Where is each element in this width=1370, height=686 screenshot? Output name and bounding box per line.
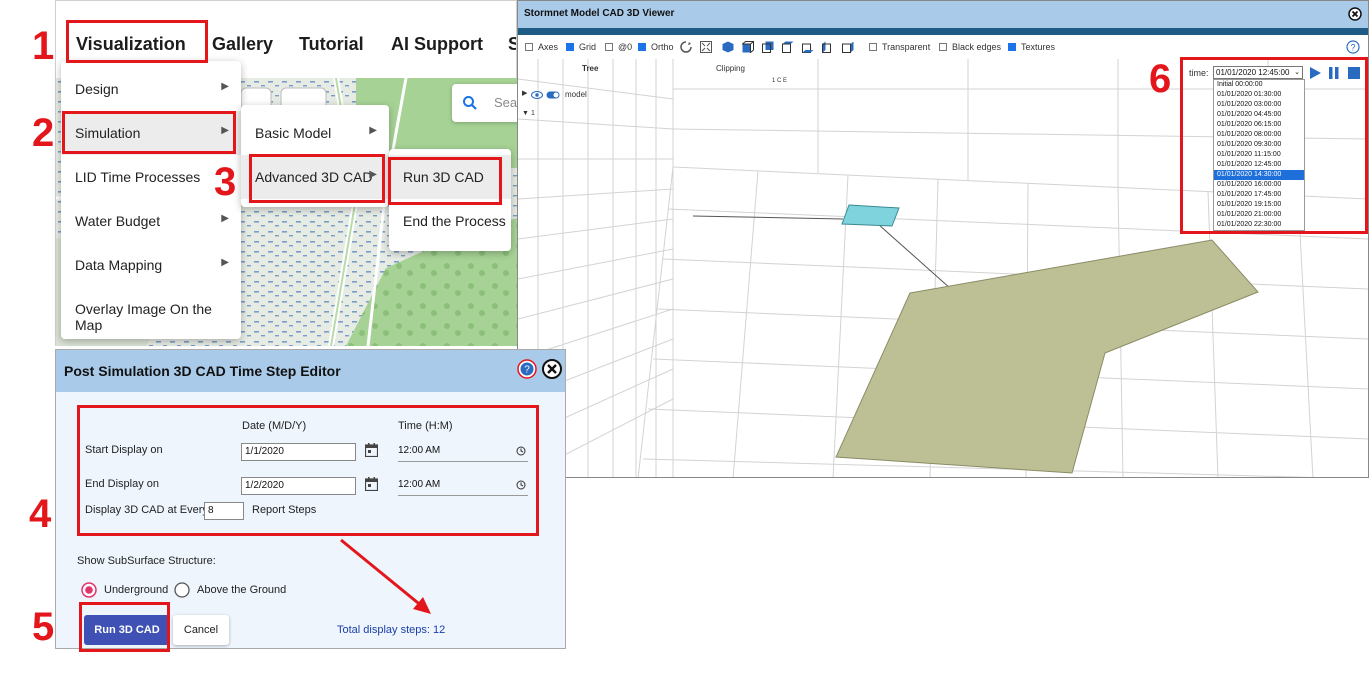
close-icon[interactable] xyxy=(1348,7,1362,21)
tree-expand-icon[interactable]: ▶ xyxy=(522,89,527,97)
axes-checkbox[interactable] xyxy=(525,43,533,51)
menu-item-label: Overlay Image On the Map xyxy=(75,301,212,333)
cancel-button[interactable]: Cancel xyxy=(173,615,229,645)
menu-item-label: Design xyxy=(75,81,119,97)
step-number-2: 2 xyxy=(32,111,55,155)
top-view-icon[interactable] xyxy=(782,41,794,53)
front-view-icon[interactable] xyxy=(742,41,754,53)
annotation-box-visualization xyxy=(66,20,208,63)
search-icon xyxy=(463,96,477,110)
black-edges-checkbox[interactable] xyxy=(939,43,947,51)
chevron-right-icon: ▶ xyxy=(369,125,377,136)
above-ground-label: Above the Ground xyxy=(197,584,287,596)
chevron-right-icon: ▶ xyxy=(221,257,229,268)
editor-title-bar: Post Simulation 3D CAD Time Step Editor … xyxy=(56,350,565,392)
chevron-right-icon: ▶ xyxy=(221,81,229,92)
menu-item-overlay-image[interactable]: Overlay Image On the Map xyxy=(61,287,241,333)
nav-more[interactable]: S xyxy=(508,34,516,55)
underground-label: Underground xyxy=(104,584,169,596)
annotation-arrow-icon xyxy=(340,538,431,614)
step-number-5: 5 xyxy=(32,605,55,649)
map-search-box[interactable]: Sea xyxy=(452,84,517,122)
help-icon[interactable]: ? xyxy=(517,359,537,379)
transparent-label: Transparent xyxy=(882,42,931,52)
fit-view-icon[interactable] xyxy=(700,41,712,53)
nav-gallery[interactable]: Gallery xyxy=(212,34,273,55)
origin-checkbox[interactable] xyxy=(605,43,613,51)
reset-view-icon[interactable] xyxy=(680,41,692,53)
svg-text:?: ? xyxy=(524,365,530,376)
chevron-right-icon: ▶ xyxy=(221,213,229,224)
clipping-header: Clipping xyxy=(716,64,745,73)
back-view-icon[interactable] xyxy=(762,41,774,53)
menu-item-label: Basic Model xyxy=(255,125,332,141)
origin-label: @0 xyxy=(618,42,633,52)
grid-checkbox[interactable] xyxy=(566,43,574,51)
ortho-label: Ortho xyxy=(651,42,674,52)
ortho-checkbox[interactable] xyxy=(638,43,646,51)
clipping-axes: 1 C E xyxy=(772,78,788,84)
annotation-box-run-cad xyxy=(388,157,502,205)
menu-item-label: Water Budget xyxy=(75,213,161,229)
textures-label: Textures xyxy=(1021,42,1056,52)
menu-item-end-process[interactable]: End the Process xyxy=(389,199,511,243)
tree-model-label[interactable]: model xyxy=(565,90,587,99)
tree-node-label[interactable]: 1 xyxy=(531,110,535,117)
eye-icon[interactable] xyxy=(531,91,543,99)
model-toggle-icon[interactable] xyxy=(546,91,560,99)
iso-view-icon[interactable] xyxy=(722,41,734,53)
black-edges-label: Black edges xyxy=(952,42,1002,52)
annotation-box-advanced-cad xyxy=(249,154,385,203)
bottom-view-icon[interactable] xyxy=(802,41,814,53)
menu-item-water-budget[interactable]: Water Budget ▶ xyxy=(61,199,241,243)
search-placeholder: Sea xyxy=(494,95,517,110)
tree-node-expand-icon[interactable]: ▼ xyxy=(522,110,529,117)
menu-item-basic-model[interactable]: Basic Model ▶ xyxy=(241,111,389,155)
axes-label: Axes xyxy=(538,42,559,52)
menu-item-data-mapping[interactable]: Data Mapping ▶ xyxy=(61,243,241,287)
viewer-toolbar: Axes Grid @0 Ortho Transparent Black edg… xyxy=(518,35,1368,59)
viewer-accent-bar xyxy=(518,28,1368,35)
menu-item-label: End the Process xyxy=(403,213,506,229)
tree-header: Tree xyxy=(582,64,599,73)
svg-text:?: ? xyxy=(1350,43,1355,53)
right-view-icon[interactable] xyxy=(842,41,854,53)
annotation-box-simulation xyxy=(62,111,236,154)
left-view-icon[interactable] xyxy=(822,41,834,53)
menu-item-label: LID Time Processes xyxy=(75,169,201,185)
viewer-title: Stormnet Model CAD 3D Viewer xyxy=(524,8,675,19)
transparent-checkbox[interactable] xyxy=(869,43,877,51)
close-icon[interactable] xyxy=(542,359,562,379)
underground-radio[interactable] xyxy=(81,582,97,598)
annotation-box-time-settings xyxy=(77,405,539,536)
subsurface-label: Show SubSurface Structure: xyxy=(77,555,216,567)
step-number-6: 6 xyxy=(1149,57,1172,101)
nav-tutorial[interactable]: Tutorial xyxy=(299,34,364,55)
menu-item-design[interactable]: Design ▶ xyxy=(61,67,241,111)
viewer-title-bar: Stormnet Model CAD 3D Viewer xyxy=(518,1,1368,28)
annotation-box-time-selector xyxy=(1180,57,1368,234)
menu-item-label: Data Mapping xyxy=(75,257,163,273)
above-ground-radio[interactable] xyxy=(174,582,190,598)
textures-checkbox[interactable] xyxy=(1008,43,1016,51)
grid-label: Grid xyxy=(579,42,597,52)
annotation-box-run-button xyxy=(79,602,170,652)
step-number-4: 4 xyxy=(29,492,52,536)
total-display-steps: Total display steps: 12 xyxy=(337,624,446,636)
nav-ai-support[interactable]: AI Support xyxy=(391,34,483,55)
step-number-1: 1 xyxy=(32,24,55,68)
help-icon[interactable]: ? xyxy=(1346,40,1360,54)
editor-title: Post Simulation 3D CAD Time Step Editor xyxy=(64,363,341,379)
step-number-3: 3 xyxy=(214,160,237,204)
